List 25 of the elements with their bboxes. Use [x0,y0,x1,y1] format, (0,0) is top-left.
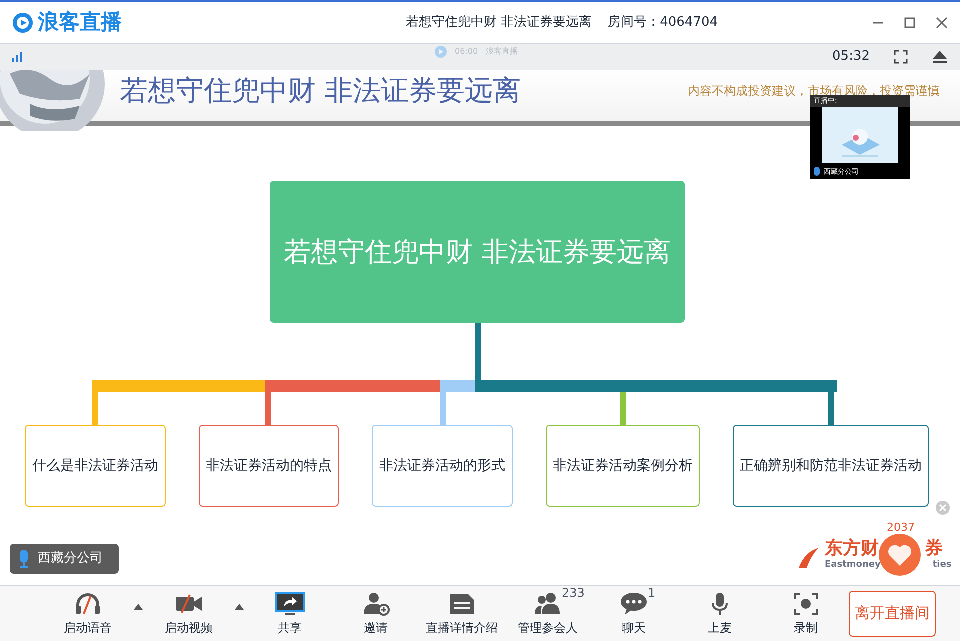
window-title: 若想守住兜中财 非法证券要远离 [406,14,592,32]
elapsed-time: 05:32 [832,48,870,66]
logo-subtitle: Eastmoney [825,560,881,570]
toolbar-button[interactable]: 直播详情介绍 [419,590,505,637]
topic-node: 非法证券活动的特点 [199,425,339,507]
topic-node: 正确辨别和防范非法证券活动 [733,425,929,507]
toolbar-button[interactable]: 启动语音 [45,590,131,637]
speaker-name: 西藏分公司 [38,550,104,568]
toolbar-button[interactable]: 上麦 [677,590,763,637]
toolbar-button[interactable]: 邀请 [333,590,419,637]
like-count: 2037 [887,520,915,536]
topic-node: 非法证券活动案例分析 [546,425,700,507]
banner-title: 若想守住兜中财 非法证券要远离 [120,73,521,109]
topic-node: 非法证券活动的形式 [372,425,513,507]
root-node: 若想守住兜中财 非法证券要远离 [270,181,685,323]
app-name: 浪客直播 [38,8,122,36]
toolbar-button[interactable]: 录制 [763,590,849,637]
toolbar-button[interactable]: 启动视频 [146,590,232,637]
logo-text: 券 [925,538,943,560]
logo-text: 东方财 [825,538,879,560]
room-number: 房间号：4064704 [608,14,718,32]
logo-subtitle: ties [932,560,952,570]
topic-node: 什么是非法证券活动 [25,425,166,507]
leave-button[interactable]: 离开直播间 [849,590,936,636]
toolbar-button[interactable]: 共享 [247,590,333,637]
